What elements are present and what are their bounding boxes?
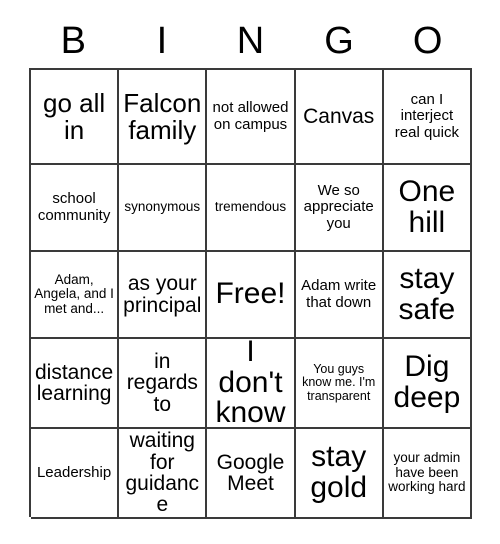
bingo-grid: go all in Falcon family not allowed on c… — [29, 68, 472, 519]
bingo-cell-text: can I interject real quick — [394, 91, 459, 141]
bingo-cell-text: synonymous — [124, 199, 201, 215]
bingo-cell-text: Falcon family — [123, 87, 202, 145]
bingo-cell[interactable]: go all in — [31, 70, 120, 165]
bingo-cell[interactable]: Falcon family — [119, 70, 208, 165]
bingo-cell-text: in regards to — [126, 349, 198, 416]
header-letter-g: G — [324, 20, 354, 62]
bingo-cell-text: waiting for guidance — [125, 429, 200, 517]
bingo-cell[interactable]: tremendous — [207, 165, 296, 252]
bingo-cell[interactable]: Adam write that down — [295, 252, 384, 339]
bingo-cell-text: Adam, Angela, and I met and... — [34, 271, 114, 316]
bingo-cell-text: I don't know — [215, 339, 286, 429]
header-letter-b: B — [60, 20, 86, 62]
bingo-header: B I N G O — [29, 16, 472, 66]
bingo-cell-free[interactable]: Free! — [207, 252, 296, 339]
bingo-cell-text: We so appreciate you — [303, 182, 374, 232]
bingo-cell[interactable]: your admin have been working hard — [383, 429, 472, 519]
bingo-cell-text: as your principal — [123, 272, 202, 317]
bingo-cell-text: Leadership — [36, 463, 112, 481]
bingo-cell[interactable]: You guys know me. I'm transparent — [295, 339, 384, 429]
bingo-cell-text: not allowed on campus — [212, 99, 289, 133]
bingo-cell-text: go all in — [43, 87, 106, 145]
bingo-cell[interactable]: can I interject real quick — [383, 70, 472, 165]
bingo-cell[interactable]: Canvas — [295, 70, 384, 165]
header-letter-n: N — [236, 20, 265, 62]
bingo-cell[interactable]: Leadership — [31, 429, 120, 519]
bingo-cell-text: One hill — [398, 174, 456, 239]
bingo-cell[interactable]: in regards to — [119, 339, 208, 429]
bingo-cell-text: Adam write that down — [301, 277, 377, 311]
bingo-cell[interactable]: stay gold — [295, 429, 384, 519]
bingo-cell-text: school community — [37, 190, 111, 224]
bingo-cell-text: Google Meet — [216, 450, 285, 495]
bingo-cell[interactable]: I don't know — [207, 339, 296, 429]
bingo-cell[interactable]: Adam, Angela, and I met and... — [31, 252, 120, 339]
bingo-cell[interactable]: not allowed on campus — [207, 70, 296, 165]
bingo-cell-text: stay gold — [310, 440, 368, 504]
bingo-cell[interactable]: synonymous — [119, 165, 208, 252]
bingo-cell[interactable]: Google Meet — [207, 429, 296, 519]
bingo-cell[interactable]: distance learning — [31, 339, 120, 429]
bingo-cell-text: You guys know me. I'm transparent — [302, 361, 376, 403]
bingo-cell-text: Dig deep — [393, 350, 461, 414]
bingo-cell[interactable]: Dig deep — [383, 339, 472, 429]
bingo-cell[interactable]: school community — [31, 165, 120, 252]
bingo-card: B I N G O go all in Falcon family not al… — [0, 0, 500, 544]
bingo-cell[interactable]: One hill — [383, 165, 472, 252]
bingo-cell[interactable]: as your principal — [119, 252, 208, 339]
bingo-cell-text: tremendous — [214, 199, 287, 215]
header-letter-o: O — [412, 20, 443, 62]
bingo-cell-text: Canvas — [303, 104, 375, 128]
bingo-cell-text: Free! — [215, 277, 286, 311]
bingo-cell-text: distance learning — [34, 360, 114, 405]
bingo-cell[interactable]: waiting for guidance — [119, 429, 208, 519]
bingo-cell-text: your admin have been working hard — [388, 450, 466, 495]
bingo-cell[interactable]: We so appreciate you — [295, 165, 384, 252]
bingo-cell[interactable]: stay safe — [383, 252, 472, 339]
header-letter-i: I — [156, 20, 168, 62]
bingo-cell-text: stay safe — [398, 261, 456, 326]
